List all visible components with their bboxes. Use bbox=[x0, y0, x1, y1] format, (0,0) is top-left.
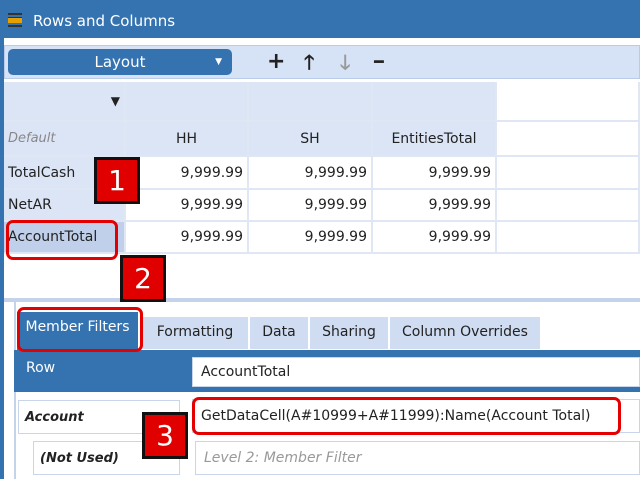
data-cell[interactable]: 9,999.99 bbox=[249, 157, 373, 190]
data-cell[interactable]: 9,999.99 bbox=[373, 190, 497, 222]
filter-cell[interactable] bbox=[126, 82, 249, 122]
data-cell[interactable]: 9,999.99 bbox=[126, 157, 249, 190]
remove-icon[interactable]: ━ bbox=[374, 50, 384, 74]
layout-dropdown[interactable]: Layout ▼ bbox=[8, 49, 232, 75]
data-cell[interactable]: 9,999.99 bbox=[249, 222, 373, 254]
filter-cell[interactable] bbox=[373, 82, 497, 122]
highlight-member-filters bbox=[17, 307, 143, 352]
column-header[interactable]: EntitiesTotal bbox=[373, 122, 497, 157]
move-down-icon[interactable]: 🡓 bbox=[340, 50, 350, 74]
window-title: Rows and Columns bbox=[33, 12, 176, 30]
callout-2: 2 bbox=[120, 255, 166, 302]
tab-column-overrides[interactable]: Column Overrides bbox=[390, 317, 542, 349]
empty-cell bbox=[497, 157, 640, 190]
data-cell[interactable]: 9,999.99 bbox=[373, 222, 497, 254]
level2-filter-input[interactable]: Level 2: Member Filter bbox=[195, 441, 640, 475]
empty-cell bbox=[497, 222, 640, 254]
filter-cell[interactable] bbox=[249, 82, 373, 122]
data-cell[interactable]: 9,999.99 bbox=[126, 222, 249, 254]
callout-3: 3 bbox=[142, 412, 188, 459]
layout-label: Layout bbox=[94, 53, 146, 71]
rows-columns-icon bbox=[8, 13, 22, 28]
empty-cell bbox=[497, 190, 640, 222]
title-bar: Rows and Columns bbox=[0, 4, 640, 38]
column-header[interactable]: HH bbox=[126, 122, 249, 157]
caret-down-icon: ▼ bbox=[215, 57, 222, 67]
add-icon[interactable]: + bbox=[267, 50, 285, 74]
row-label: Row bbox=[26, 360, 56, 376]
callout-1: 1 bbox=[94, 157, 140, 204]
highlight-accounttotal bbox=[6, 220, 118, 260]
empty-cell bbox=[497, 122, 640, 157]
data-cell[interactable]: 9,999.99 bbox=[126, 190, 249, 222]
default-label: Default bbox=[4, 122, 126, 157]
move-up-icon[interactable]: 🡑 bbox=[304, 50, 314, 74]
filter-cell[interactable]: ▼ bbox=[4, 82, 126, 122]
empty-cell bbox=[497, 82, 640, 122]
tab-data[interactable]: Data bbox=[250, 317, 310, 349]
tab-sharing[interactable]: Sharing bbox=[310, 317, 390, 349]
highlight-account-filter bbox=[192, 397, 621, 435]
data-cell[interactable]: 9,999.99 bbox=[249, 190, 373, 222]
filter-icon[interactable]: ▼ bbox=[111, 94, 120, 108]
data-cell[interactable]: 9,999.99 bbox=[373, 157, 497, 190]
row-name-input[interactable]: AccountTotal bbox=[192, 357, 640, 387]
column-header[interactable]: SH bbox=[249, 122, 373, 157]
tab-formatting[interactable]: Formatting bbox=[142, 317, 250, 349]
